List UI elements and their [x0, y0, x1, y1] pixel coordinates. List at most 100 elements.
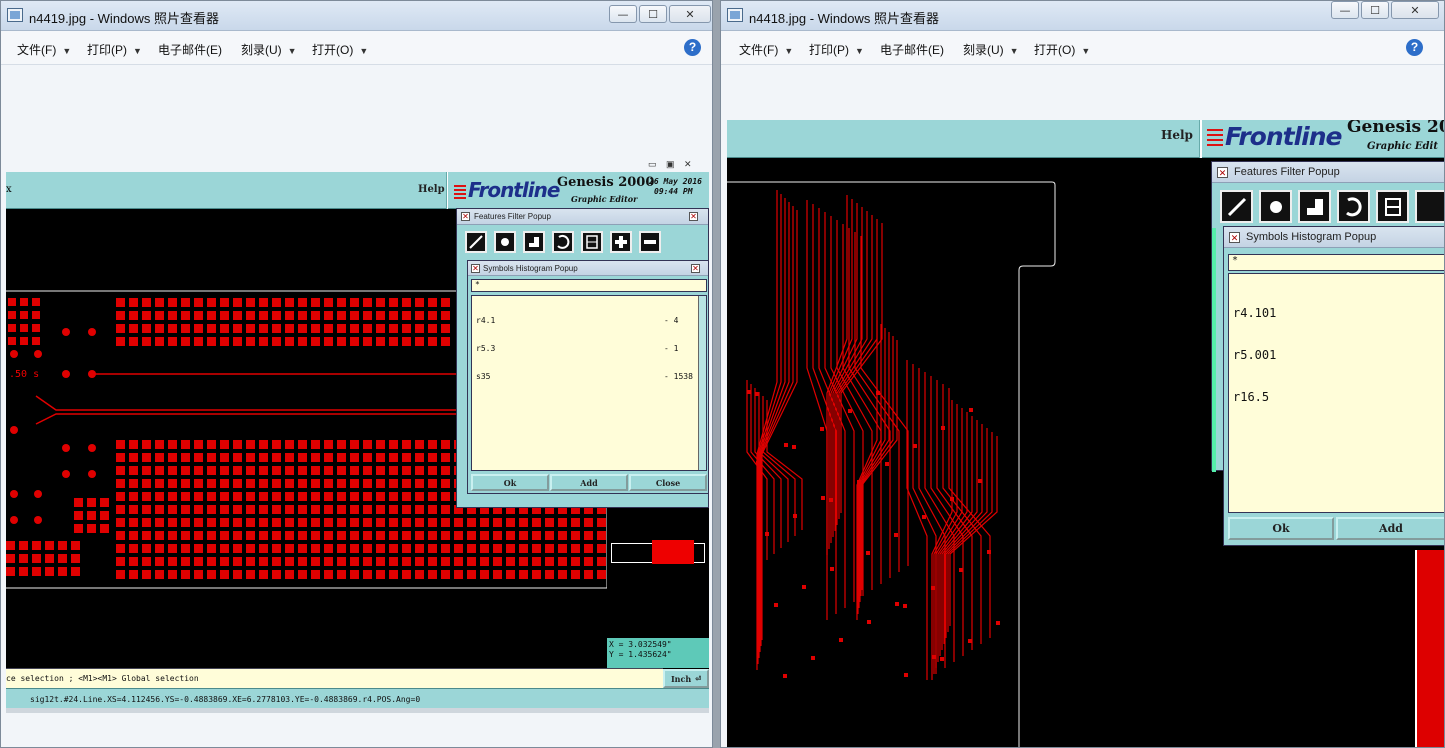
pad: [298, 466, 307, 475]
pad: [389, 298, 398, 307]
pad: [246, 492, 255, 501]
popup-close-icon[interactable]: ✕: [691, 264, 700, 273]
via: [792, 445, 796, 449]
maximize-button[interactable]: ☐: [1361, 1, 1389, 19]
pad: [506, 531, 515, 540]
maximize-button[interactable]: ☐: [639, 5, 667, 23]
via: [839, 638, 843, 642]
list-item[interactable]: r16.5: [1233, 390, 1444, 404]
minimize-button[interactable]: —: [609, 5, 637, 23]
surface-tool-icon[interactable]: [523, 231, 545, 253]
trace: [806, 200, 828, 620]
pad: [45, 567, 54, 576]
plus-icon[interactable]: [610, 231, 632, 253]
pad-round: [10, 350, 18, 358]
symbol-filter-input[interactable]: *: [471, 279, 707, 292]
pad: [480, 557, 489, 566]
popup-close-icon[interactable]: ✕: [689, 212, 698, 221]
pad: [220, 298, 229, 307]
pad: [233, 453, 242, 462]
features-popup-titlebar[interactable]: ✕ Features Filter Popup: [1212, 162, 1444, 183]
list-item[interactable]: r5.001: [1233, 348, 1444, 362]
pad: [220, 453, 229, 462]
pad: [155, 466, 164, 475]
via: [829, 498, 833, 502]
pad: [545, 531, 554, 540]
minus-icon[interactable]: [639, 231, 661, 253]
help-icon[interactable]: ?: [684, 39, 701, 56]
menu-email[interactable]: 电子邮件(E): [158, 41, 222, 58]
histogram-list[interactable]: r4.101 r5.001 r16.5: [1228, 273, 1444, 513]
via: [903, 604, 907, 608]
pad: [441, 337, 450, 346]
pad: [441, 311, 450, 320]
pad: [467, 518, 476, 527]
pad: [168, 544, 177, 553]
pad: [389, 557, 398, 566]
menu-burn[interactable]: 刻录(U) ▼: [963, 41, 1019, 58]
pad: [467, 570, 476, 579]
pad: [6, 554, 15, 563]
line-tool-icon[interactable]: [1220, 190, 1253, 223]
menu-file[interactable]: 文件(F) ▼: [17, 41, 71, 58]
pad: [207, 479, 216, 488]
histogram-popup-titlebar[interactable]: ✕ Symbols Histogram Popup: [1224, 227, 1444, 248]
pad: [207, 492, 216, 501]
pad: [8, 324, 16, 332]
menu-file[interactable]: 文件(F) ▼: [739, 41, 793, 58]
chevron-down-icon: ▼: [287, 46, 297, 56]
histogram-list[interactable]: r4.1- 4 r5.3- 1 s35- 1538: [471, 295, 707, 471]
pad: [441, 298, 450, 307]
pad: [337, 324, 346, 333]
title-bar[interactable]: n4419.jpg - Windows 照片查看器 — ☐ ✕: [1, 1, 712, 31]
minimize-button[interactable]: —: [1331, 1, 1359, 19]
ok-button[interactable]: Ok: [1228, 517, 1334, 540]
menu-print[interactable]: 打印(P) ▼: [87, 41, 142, 58]
pad: [311, 298, 320, 307]
pad: [194, 557, 203, 566]
close-button[interactable]: ✕: [1391, 1, 1439, 19]
histogram-popup-titlebar[interactable]: ✕ Symbols Histogram Popup ✕: [468, 261, 708, 276]
add-button[interactable]: Add: [1336, 517, 1444, 540]
menu-email[interactable]: 电子邮件(E): [880, 41, 944, 58]
features-popup-titlebar[interactable]: ✕ Features Filter Popup ✕: [457, 209, 708, 225]
close-icon[interactable]: ✕: [1229, 232, 1240, 243]
help-icon[interactable]: ?: [1406, 39, 1423, 56]
text-tool-icon[interactable]: [1376, 190, 1409, 223]
pad: [584, 557, 593, 566]
surface-tool-icon[interactable]: [1298, 190, 1331, 223]
list-item[interactable]: r5.3- 1: [476, 344, 702, 354]
pad: [168, 557, 177, 566]
close-icon[interactable]: ✕: [1217, 167, 1228, 178]
close-icon[interactable]: ✕: [471, 264, 480, 273]
pad-tool-icon[interactable]: [1259, 190, 1292, 223]
close-button[interactable]: ✕: [669, 5, 711, 23]
arc-tool-icon[interactable]: [1337, 190, 1370, 223]
list-item[interactable]: s35- 1538: [476, 372, 702, 382]
text-tool-icon[interactable]: [581, 231, 603, 253]
list-item[interactable]: r4.1- 4: [476, 316, 702, 326]
unit-selector[interactable]: Inch ⏎: [663, 669, 709, 688]
list-item[interactable]: r4.101: [1233, 306, 1444, 320]
close-icon[interactable]: ✕: [461, 212, 470, 221]
menu-open[interactable]: 打开(O) ▼: [1034, 41, 1090, 58]
pad: [532, 557, 541, 566]
menu-burn[interactable]: 刻录(U) ▼: [241, 41, 297, 58]
title-bar[interactable]: n4418.jpg - Windows 照片查看器 — ☐ ✕: [721, 1, 1444, 31]
pad: [402, 453, 411, 462]
symbol-filter-input[interactable]: *: [1228, 254, 1444, 271]
list-scrollbar[interactable]: [698, 296, 706, 470]
pad: [155, 298, 164, 307]
ok-button[interactable]: Ok: [471, 474, 549, 491]
pad: [6, 541, 15, 550]
menu-print[interactable]: 打印(P) ▼: [809, 41, 864, 58]
add-button[interactable]: Add: [550, 474, 628, 491]
menu-open[interactable]: 打开(O) ▼: [312, 41, 368, 58]
close-button[interactable]: Close: [629, 474, 707, 491]
pad: [337, 479, 346, 488]
line-tool-icon[interactable]: [465, 231, 487, 253]
pad: [350, 557, 359, 566]
plus-icon[interactable]: [1415, 190, 1444, 223]
pad-tool-icon[interactable]: [494, 231, 516, 253]
arc-tool-icon[interactable]: [552, 231, 574, 253]
